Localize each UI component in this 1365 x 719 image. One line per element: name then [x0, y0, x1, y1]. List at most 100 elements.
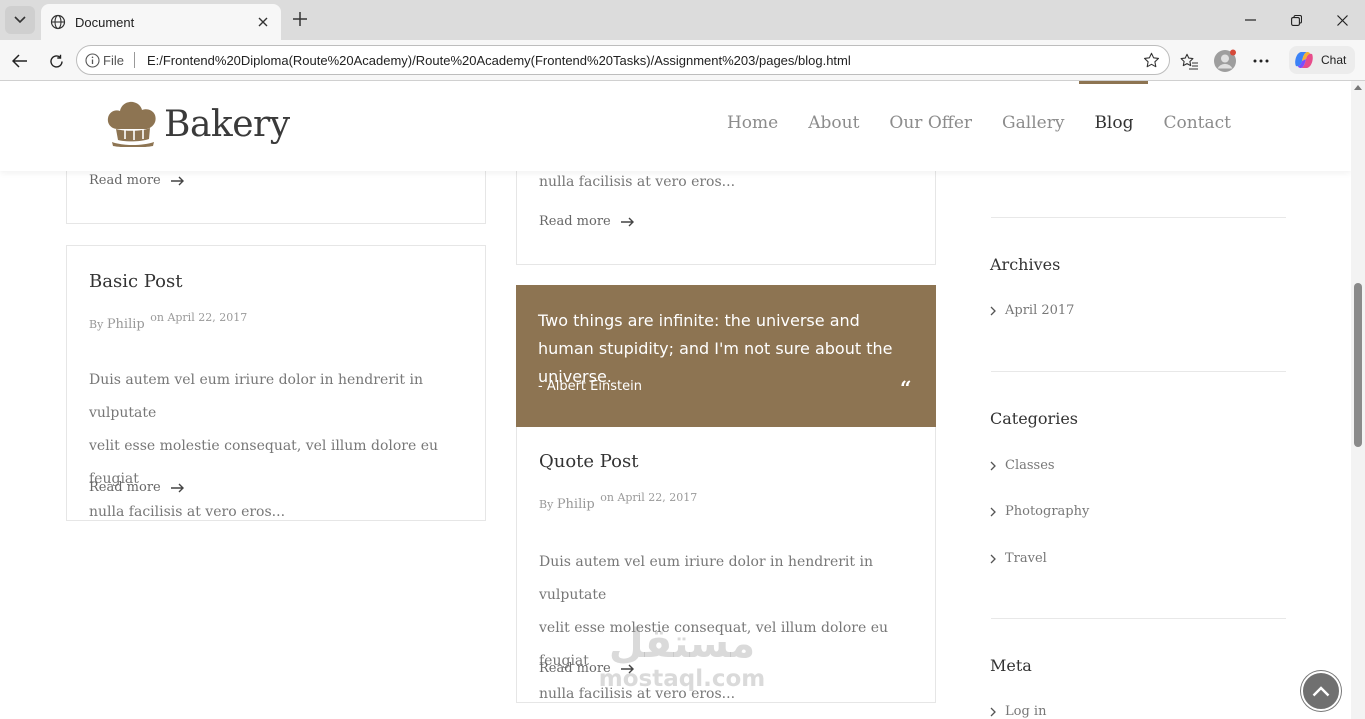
page-scrollbar[interactable] — [1351, 81, 1365, 719]
address-bar[interactable]: File E:/Frontend%20Diploma(Route%20Acade… — [76, 45, 1170, 75]
watermark-latin: mostaql.com — [598, 666, 766, 692]
post-meta: By Philip on April 22, 2017 — [539, 491, 697, 512]
read-more-label: Read more — [89, 173, 161, 188]
scrollbar-thumb[interactable] — [1354, 283, 1362, 447]
post-author-link[interactable]: Philip — [557, 497, 595, 512]
more-options-button[interactable] — [1248, 48, 1274, 74]
chevron-down-icon — [14, 16, 26, 24]
chevron-right-icon — [990, 554, 996, 564]
sidebar-divider — [991, 371, 1286, 372]
sidebar-divider — [991, 618, 1286, 619]
brand-logo[interactable]: Bakery — [106, 101, 290, 147]
restore-button[interactable] — [1273, 0, 1319, 40]
brand-name: Bakery — [164, 103, 290, 145]
sidebar-item-label: Log in — [1005, 704, 1047, 719]
quote-block: Two things are infinite: the universe an… — [516, 285, 936, 427]
post-title[interactable]: Basic Post — [89, 271, 182, 292]
sidebar-item-meta[interactable]: Log in — [990, 704, 1046, 719]
chat-label: Chat — [1321, 53, 1347, 67]
read-more-label: Read more — [89, 480, 161, 495]
address-separator — [133, 52, 135, 68]
excerpt-line: Duis autem vel eum iriure dolor in hendr… — [539, 554, 873, 603]
url-text[interactable]: E:/Frontend%20Diploma(Route%20Academy)/R… — [147, 53, 1139, 68]
favorites-button[interactable] — [1176, 48, 1202, 74]
restore-icon — [1290, 14, 1302, 26]
site-info-button[interactable]: File — [85, 53, 124, 68]
post-by: By — [89, 318, 104, 331]
sidebar-item-label: Classes — [1005, 458, 1055, 473]
back-to-top-button[interactable] — [1301, 671, 1341, 711]
post-by: By — [539, 498, 554, 511]
sidebar-item-category[interactable]: Classes — [990, 458, 1055, 473]
sidebar-item-archive[interactable]: April 2017 — [990, 303, 1074, 318]
post-meta: By Philip on April 22, 2017 — [89, 311, 247, 332]
close-icon — [258, 17, 268, 27]
profile-button[interactable] — [1212, 48, 1238, 74]
reload-icon — [49, 54, 63, 68]
nav-link-gallery[interactable]: Gallery — [1002, 113, 1064, 133]
back-button[interactable] — [7, 48, 33, 74]
star-icon — [1143, 52, 1159, 67]
read-more-link[interactable]: Read more — [539, 214, 635, 229]
chevron-up-icon — [1312, 685, 1330, 696]
chevron-right-icon — [990, 306, 996, 316]
quote-icon: “ — [900, 376, 912, 400]
globe-icon — [50, 14, 66, 30]
post-author-link[interactable]: Philip — [107, 317, 145, 332]
nav-link-about[interactable]: About — [808, 113, 859, 133]
arrow-right-icon — [170, 176, 185, 186]
nav-link-our-offer[interactable]: Our Offer — [889, 113, 972, 133]
watermark-arabic: مستقل — [608, 621, 756, 667]
nav-link-blog[interactable]: Blog — [1079, 81, 1149, 133]
watermark: مستقل mostaql.com — [597, 622, 767, 692]
close-icon — [1336, 14, 1348, 26]
sidebar-heading-meta: Meta — [990, 656, 1032, 675]
close-tab-button[interactable] — [253, 12, 273, 32]
site-header: Bakery Home About Our Offer Gallery Blog… — [0, 81, 1351, 171]
read-more-link[interactable]: Read more — [89, 480, 185, 495]
arrow-left-icon — [12, 54, 27, 68]
read-more-label: Read more — [539, 214, 611, 229]
arrow-right-icon — [170, 483, 185, 493]
sidebar-divider — [991, 217, 1286, 218]
copilot-icon — [1295, 52, 1313, 68]
post-card-basic: Basic Post By Philip on April 22, 2017 D… — [66, 245, 486, 521]
read-more-link[interactable]: Read more — [89, 173, 185, 188]
copilot-chat-button[interactable]: Chat — [1289, 46, 1355, 74]
sidebar-heading-archives: Archives — [990, 255, 1061, 274]
favorites-list-icon — [1180, 53, 1198, 70]
sidebar-heading-categories: Categories — [990, 409, 1078, 428]
arrow-right-icon — [620, 217, 635, 227]
favorite-button[interactable] — [1139, 48, 1163, 72]
nav-link-contact[interactable]: Contact — [1163, 113, 1231, 133]
reload-button[interactable] — [43, 48, 69, 74]
tab-title: Document — [75, 14, 135, 30]
excerpt-line: Duis autem vel eum iriure dolor in hendr… — [89, 372, 423, 421]
minimize-button[interactable] — [1227, 0, 1273, 40]
main-nav: Home About Our Offer Gallery Blog Contac… — [697, 81, 1231, 133]
info-icon — [85, 52, 100, 68]
window-controls — [1227, 0, 1365, 40]
chevron-right-icon — [990, 507, 996, 517]
post-date: on April 22, 2017 — [150, 311, 248, 324]
close-window-button[interactable] — [1319, 0, 1365, 40]
post-excerpt: Duis autem vel eum iriure dolor in hendr… — [89, 364, 479, 529]
excerpt-line: nulla facilisis at vero eros... — [89, 504, 286, 520]
tab-list-button[interactable] — [5, 6, 35, 34]
active-tab[interactable]: Document — [41, 4, 281, 40]
browser-toolbar: File E:/Frontend%20Diploma(Route%20Acade… — [0, 40, 1365, 81]
page-viewport: Read more Basic Post By Philip on April … — [0, 81, 1351, 719]
new-tab-button[interactable] — [289, 8, 311, 30]
sidebar-item-label: Photography — [1005, 504, 1090, 519]
chevron-right-icon — [990, 707, 996, 717]
plus-icon — [293, 12, 307, 26]
post-title[interactable]: Quote Post — [539, 451, 638, 472]
sidebar-item-category[interactable]: Photography — [990, 504, 1089, 519]
chevron-right-icon — [990, 461, 996, 471]
scroll-up-arrow[interactable] — [1354, 85, 1362, 90]
sidebar-item-category[interactable]: Travel — [990, 551, 1047, 566]
more-horizontal-icon — [1253, 59, 1269, 63]
minimize-icon — [1244, 19, 1256, 21]
sidebar-item-label: Travel — [1005, 551, 1047, 566]
nav-link-home[interactable]: Home — [727, 113, 778, 133]
